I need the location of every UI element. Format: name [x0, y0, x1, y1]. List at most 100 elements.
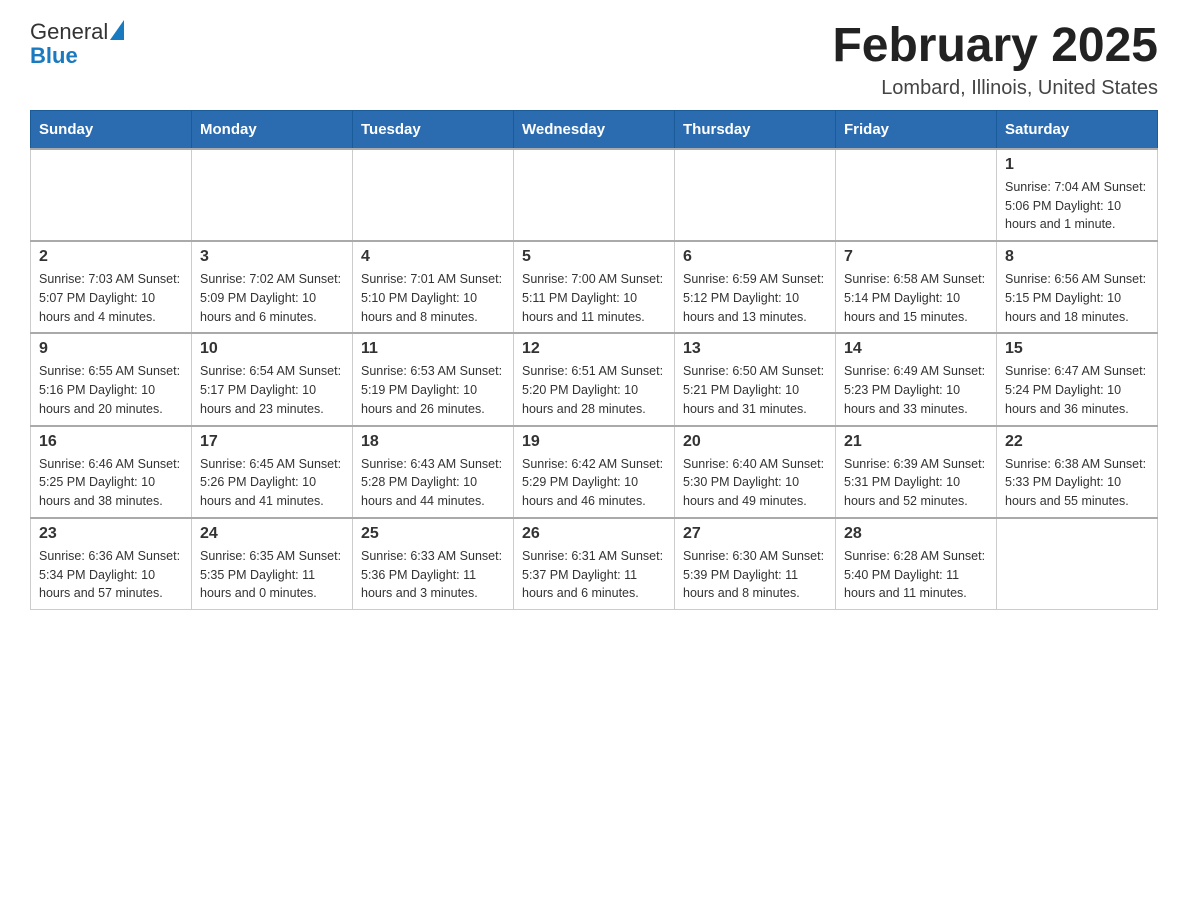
calendar-day-header: Sunday	[31, 110, 192, 149]
day-number: 13	[683, 340, 827, 358]
day-number: 23	[39, 525, 183, 543]
calendar-day-cell: 5 Sunrise: 7:00 AM Sunset: 5:11 PM Daylig…	[514, 241, 675, 333]
calendar-table: SundayMondayTuesdayWednesdayThursdayFrid…	[30, 110, 1158, 610]
calendar-day-cell: 28 Sunrise: 6:28 AM Sunset: 5:40 PM Dayli…	[836, 518, 997, 610]
day-info: Sunrise: 6:59 AM Sunset: 5:12 PM Dayligh…	[683, 270, 827, 326]
calendar-day-cell: 7 Sunrise: 6:58 AM Sunset: 5:14 PM Daylig…	[836, 241, 997, 333]
day-number: 27	[683, 525, 827, 543]
day-number: 20	[683, 433, 827, 451]
day-info: Sunrise: 6:42 AM Sunset: 5:29 PM Dayligh…	[522, 455, 666, 511]
day-info: Sunrise: 6:54 AM Sunset: 5:17 PM Dayligh…	[200, 362, 344, 418]
day-info: Sunrise: 7:00 AM Sunset: 5:11 PM Dayligh…	[522, 270, 666, 326]
day-number: 5	[522, 248, 666, 266]
calendar-day-cell	[997, 518, 1158, 610]
day-number: 15	[1005, 340, 1149, 358]
calendar-header-row: SundayMondayTuesdayWednesdayThursdayFrid…	[31, 110, 1158, 149]
day-number: 14	[844, 340, 988, 358]
day-info: Sunrise: 6:58 AM Sunset: 5:14 PM Dayligh…	[844, 270, 988, 326]
calendar-day-cell: 3 Sunrise: 7:02 AM Sunset: 5:09 PM Daylig…	[192, 241, 353, 333]
day-info: Sunrise: 6:53 AM Sunset: 5:19 PM Dayligh…	[361, 362, 505, 418]
day-info: Sunrise: 6:50 AM Sunset: 5:21 PM Dayligh…	[683, 362, 827, 418]
day-number: 7	[844, 248, 988, 266]
day-info: Sunrise: 6:40 AM Sunset: 5:30 PM Dayligh…	[683, 455, 827, 511]
day-number: 26	[522, 525, 666, 543]
day-info: Sunrise: 6:56 AM Sunset: 5:15 PM Dayligh…	[1005, 270, 1149, 326]
day-number: 12	[522, 340, 666, 358]
day-info: Sunrise: 6:31 AM Sunset: 5:37 PM Dayligh…	[522, 547, 666, 603]
day-info: Sunrise: 6:36 AM Sunset: 5:34 PM Dayligh…	[39, 547, 183, 603]
day-number: 24	[200, 525, 344, 543]
calendar-day-cell: 18 Sunrise: 6:43 AM Sunset: 5:28 PM Dayli…	[353, 426, 514, 518]
day-info: Sunrise: 7:01 AM Sunset: 5:10 PM Dayligh…	[361, 270, 505, 326]
calendar-day-header: Tuesday	[353, 110, 514, 149]
day-number: 17	[200, 433, 344, 451]
calendar-day-cell: 23 Sunrise: 6:36 AM Sunset: 5:34 PM Dayli…	[31, 518, 192, 610]
day-number: 19	[522, 433, 666, 451]
calendar-day-cell: 17Sunrise: 6:45 AM Sunset: 5:26 PM Dayli…	[192, 426, 353, 518]
month-title: February 2025	[832, 20, 1158, 73]
logo-general-text: General	[30, 20, 108, 44]
calendar-day-cell	[353, 149, 514, 241]
calendar-day-cell: 14 Sunrise: 6:49 AM Sunset: 5:23 PM Dayli…	[836, 333, 997, 425]
calendar-day-cell: 4 Sunrise: 7:01 AM Sunset: 5:10 PM Daylig…	[353, 241, 514, 333]
calendar-day-cell: 1 Sunrise: 7:04 AM Sunset: 5:06 PM Daylig…	[997, 149, 1158, 241]
day-number: 18	[361, 433, 505, 451]
day-info: Sunrise: 6:46 AM Sunset: 5:25 PM Dayligh…	[39, 455, 183, 511]
day-number: 3	[200, 248, 344, 266]
day-info: Sunrise: 7:03 AM Sunset: 5:07 PM Dayligh…	[39, 270, 183, 326]
calendar-week-row: 9 Sunrise: 6:55 AM Sunset: 5:16 PM Daylig…	[31, 333, 1158, 425]
calendar-day-cell: 22 Sunrise: 6:38 AM Sunset: 5:33 PM Dayli…	[997, 426, 1158, 518]
day-number: 4	[361, 248, 505, 266]
day-number: 2	[39, 248, 183, 266]
calendar-day-cell: 27 Sunrise: 6:30 AM Sunset: 5:39 PM Dayli…	[675, 518, 836, 610]
day-info: Sunrise: 6:47 AM Sunset: 5:24 PM Dayligh…	[1005, 362, 1149, 418]
calendar-day-cell: 13 Sunrise: 6:50 AM Sunset: 5:21 PM Dayli…	[675, 333, 836, 425]
day-number: 28	[844, 525, 988, 543]
calendar-day-header: Friday	[836, 110, 997, 149]
day-info: Sunrise: 6:38 AM Sunset: 5:33 PM Dayligh…	[1005, 455, 1149, 511]
calendar-week-row: 23 Sunrise: 6:36 AM Sunset: 5:34 PM Dayli…	[31, 518, 1158, 610]
day-info: Sunrise: 6:30 AM Sunset: 5:39 PM Dayligh…	[683, 547, 827, 603]
day-info: Sunrise: 6:49 AM Sunset: 5:23 PM Dayligh…	[844, 362, 988, 418]
calendar-day-cell	[836, 149, 997, 241]
day-number: 9	[39, 340, 183, 358]
day-number: 25	[361, 525, 505, 543]
day-info: Sunrise: 6:35 AM Sunset: 5:35 PM Dayligh…	[200, 547, 344, 603]
day-info: Sunrise: 6:39 AM Sunset: 5:31 PM Dayligh…	[844, 455, 988, 511]
calendar-day-header: Saturday	[997, 110, 1158, 149]
calendar-day-cell: 24 Sunrise: 6:35 AM Sunset: 5:35 PM Dayli…	[192, 518, 353, 610]
logo-triangle-icon	[110, 20, 124, 40]
calendar-day-cell: 19 Sunrise: 6:42 AM Sunset: 5:29 PM Dayli…	[514, 426, 675, 518]
day-number: 21	[844, 433, 988, 451]
day-info: Sunrise: 6:51 AM Sunset: 5:20 PM Dayligh…	[522, 362, 666, 418]
day-number: 16	[39, 433, 183, 451]
day-number: 1	[1005, 156, 1149, 174]
calendar-day-header: Monday	[192, 110, 353, 149]
day-info: Sunrise: 6:55 AM Sunset: 5:16 PM Dayligh…	[39, 362, 183, 418]
calendar-day-cell: 10 Sunrise: 6:54 AM Sunset: 5:17 PM Dayli…	[192, 333, 353, 425]
day-info: Sunrise: 7:04 AM Sunset: 5:06 PM Dayligh…	[1005, 178, 1149, 234]
calendar-day-cell: 15 Sunrise: 6:47 AM Sunset: 5:24 PM Dayli…	[997, 333, 1158, 425]
calendar-day-cell: 20 Sunrise: 6:40 AM Sunset: 5:30 PM Dayli…	[675, 426, 836, 518]
calendar-day-cell: 8 Sunrise: 6:56 AM Sunset: 5:15 PM Daylig…	[997, 241, 1158, 333]
calendar-week-row: 16 Sunrise: 6:46 AM Sunset: 5:25 PM Dayli…	[31, 426, 1158, 518]
calendar-day-cell: 12 Sunrise: 6:51 AM Sunset: 5:20 PM Dayli…	[514, 333, 675, 425]
calendar-day-cell: 2 Sunrise: 7:03 AM Sunset: 5:07 PM Daylig…	[31, 241, 192, 333]
calendar-day-cell	[31, 149, 192, 241]
calendar-day-cell: 21 Sunrise: 6:39 AM Sunset: 5:31 PM Dayli…	[836, 426, 997, 518]
calendar-week-row: 2 Sunrise: 7:03 AM Sunset: 5:07 PM Daylig…	[31, 241, 1158, 333]
day-number: 8	[1005, 248, 1149, 266]
day-info: Sunrise: 6:28 AM Sunset: 5:40 PM Dayligh…	[844, 547, 988, 603]
day-number: 10	[200, 340, 344, 358]
day-info: Sunrise: 6:43 AM Sunset: 5:28 PM Dayligh…	[361, 455, 505, 511]
day-number: 22	[1005, 433, 1149, 451]
calendar-day-cell: 6Sunrise: 6:59 AM Sunset: 5:12 PM Daylig…	[675, 241, 836, 333]
calendar-day-cell	[675, 149, 836, 241]
logo-blue-text: Blue	[30, 43, 78, 68]
calendar-day-cell: 26 Sunrise: 6:31 AM Sunset: 5:37 PM Dayli…	[514, 518, 675, 610]
calendar-day-cell: 25Sunrise: 6:33 AM Sunset: 5:36 PM Dayli…	[353, 518, 514, 610]
calendar-day-header: Wednesday	[514, 110, 675, 149]
day-info: Sunrise: 7:02 AM Sunset: 5:09 PM Dayligh…	[200, 270, 344, 326]
calendar-day-header: Thursday	[675, 110, 836, 149]
day-number: 11	[361, 340, 505, 358]
